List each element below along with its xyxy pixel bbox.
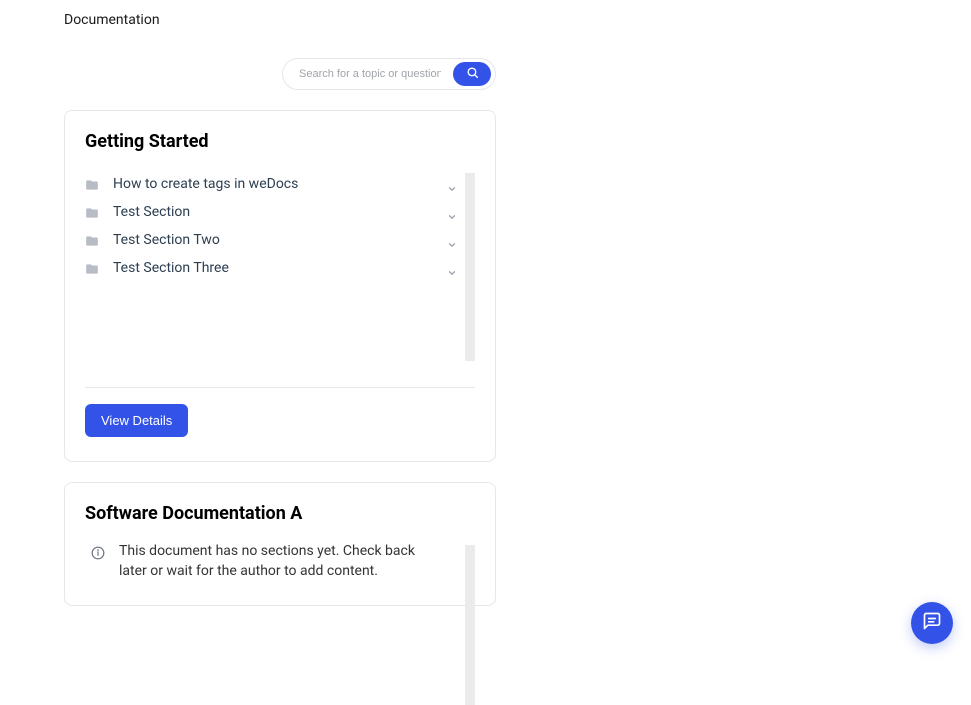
sections-list: How to create tags in weDocs Test Sectio… — [85, 170, 475, 282]
chevron-down-icon[interactable] — [447, 263, 457, 273]
chevron-down-icon[interactable] — [447, 235, 457, 245]
section-label: Test Section Two — [113, 232, 433, 248]
card-software-doc-a: Software Documentation A This document h… — [64, 482, 496, 606]
divider — [85, 387, 475, 388]
folder-icon — [85, 261, 99, 275]
section-label: Test Section Three — [113, 260, 433, 276]
empty-state-container: This document has no sections yet. Check… — [85, 542, 475, 581]
page-title: Documentation — [64, 12, 907, 28]
empty-message: This document has no sections yet. Check… — [119, 542, 441, 581]
section-label: Test Section — [113, 204, 433, 220]
chat-fab[interactable] — [911, 602, 953, 644]
section-item[interactable]: Test Section Two — [85, 226, 465, 254]
folder-icon — [85, 177, 99, 191]
chevron-down-icon[interactable] — [447, 179, 457, 189]
search-input[interactable] — [287, 68, 453, 80]
section-item[interactable]: Test Section — [85, 198, 465, 226]
folder-icon — [85, 233, 99, 247]
section-label: How to create tags in weDocs — [113, 176, 433, 192]
scrollbar[interactable] — [465, 545, 475, 705]
search-wrapper — [282, 58, 496, 90]
search-icon — [466, 66, 479, 82]
section-item[interactable]: Test Section Three — [85, 254, 465, 282]
empty-state: This document has no sections yet. Check… — [85, 542, 465, 581]
search-button[interactable] — [453, 62, 491, 86]
section-item[interactable]: How to create tags in weDocs — [85, 170, 465, 198]
info-icon — [91, 545, 105, 559]
card-getting-started: Getting Started How to create tags in we… — [64, 110, 496, 462]
chevron-down-icon[interactable] — [447, 207, 457, 217]
chat-icon — [922, 611, 942, 635]
card-title: Getting Started — [85, 131, 475, 152]
folder-icon — [85, 205, 99, 219]
search-container — [282, 58, 907, 90]
card-title: Software Documentation A — [85, 503, 475, 524]
scrollbar[interactable] — [465, 173, 475, 361]
view-details-button[interactable]: View Details — [85, 404, 188, 437]
